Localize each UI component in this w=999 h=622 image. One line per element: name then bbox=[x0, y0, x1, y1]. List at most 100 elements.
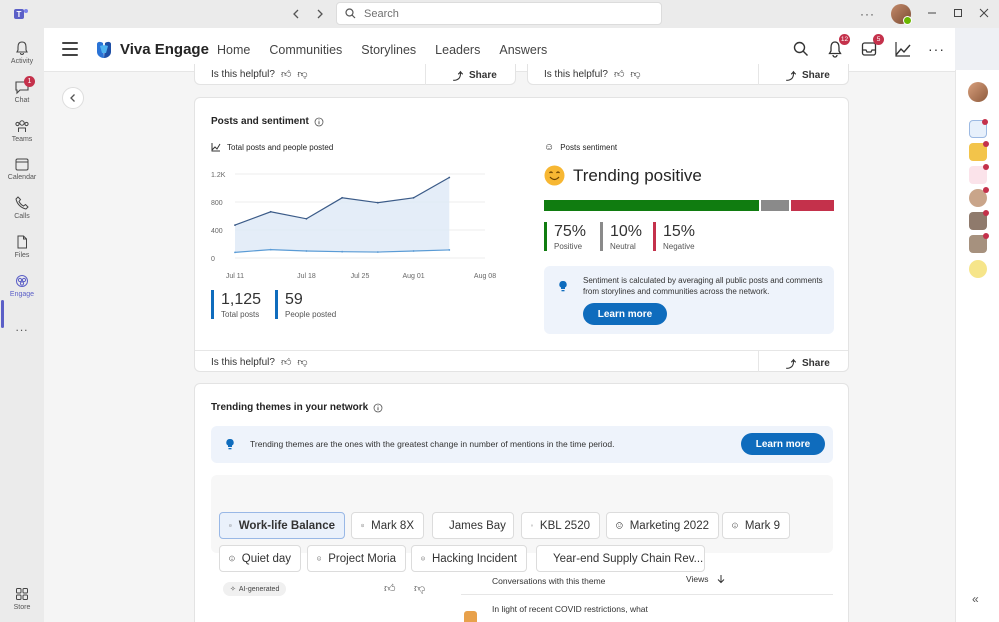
user-avatar[interactable] bbox=[891, 4, 912, 25]
inbox-button[interactable]: 5 bbox=[860, 34, 884, 58]
lightbulb-icon bbox=[226, 438, 234, 450]
teams-logo-icon[interactable]: T bbox=[13, 6, 29, 22]
share-button[interactable]: ⤴ Share bbox=[786, 356, 830, 371]
store-icon bbox=[16, 588, 28, 600]
theme-chip[interactable]: Work-life Balance bbox=[219, 512, 345, 539]
rail-label: Chat bbox=[14, 97, 30, 104]
sentiment-positive: 75% Positive bbox=[544, 222, 586, 251]
nav-home[interactable]: Home bbox=[217, 43, 250, 57]
thumbs-up-icon[interactable]: 👍︎ bbox=[384, 582, 396, 595]
notifications-button[interactable]: 12 bbox=[826, 34, 850, 58]
theme-chip[interactable]: Project Moria bbox=[307, 545, 406, 572]
rail-label: Teams bbox=[11, 136, 33, 143]
rail-item-teams[interactable]: Teams bbox=[0, 118, 44, 143]
share-button[interactable]: ⤴ Share bbox=[453, 68, 497, 83]
nav-communities[interactable]: Communities bbox=[269, 43, 342, 57]
search-input[interactable]: Search bbox=[336, 2, 662, 25]
rail-item-calls[interactable]: Calls bbox=[0, 195, 44, 220]
more-apps-button[interactable]: ... bbox=[0, 320, 44, 334]
maximize-icon[interactable] bbox=[953, 7, 963, 21]
inbox-badge: 5 bbox=[873, 34, 884, 45]
stat-value: 10% bbox=[610, 223, 643, 240]
x-tick-label: Jul 18 bbox=[297, 273, 316, 280]
more-options-icon[interactable]: ··· bbox=[860, 7, 875, 21]
sentiment-bar-positive bbox=[544, 200, 759, 211]
nav-storylines[interactable]: Storylines bbox=[361, 43, 416, 57]
theme-chip[interactable]: Mark 8X bbox=[351, 512, 424, 539]
theme-chip[interactable]: Mark 9 bbox=[722, 512, 790, 539]
conversations-header: Conversations with this theme bbox=[492, 576, 606, 586]
minimize-icon[interactable] bbox=[927, 7, 937, 21]
back-button[interactable] bbox=[62, 87, 84, 109]
app-icon-emoji[interactable] bbox=[969, 260, 987, 278]
theme-chip[interactable]: James Bay bbox=[432, 512, 514, 539]
profile-avatar[interactable] bbox=[968, 82, 988, 102]
theme-chip-label: Quiet day bbox=[241, 552, 291, 565]
thumbs-down-icon[interactable]: 👎︎ bbox=[414, 582, 425, 595]
share-button[interactable]: ⤴ Share bbox=[786, 68, 830, 83]
x-tick-label: Aug 08 bbox=[474, 273, 496, 280]
contact-avatar[interactable] bbox=[969, 233, 989, 253]
nav-leaders[interactable]: Leaders bbox=[435, 43, 480, 57]
hamburger-menu-icon[interactable] bbox=[62, 42, 78, 56]
forward-arrow-icon[interactable] bbox=[312, 5, 328, 23]
posts-sentiment-card: Posts and sentiment Total posts and peop… bbox=[194, 97, 849, 372]
y-tick-label: 400 bbox=[211, 228, 223, 235]
theme-chip[interactable]: Quiet day bbox=[219, 545, 301, 572]
sort-down-arrow-icon bbox=[717, 575, 724, 584]
stat-people-posted: 59 People posted bbox=[275, 290, 336, 319]
rail-label: Calls bbox=[14, 213, 30, 220]
stat-label: Negative bbox=[663, 242, 695, 251]
stat-label: Neutral bbox=[610, 242, 636, 251]
theme-chip[interactable]: Hacking Incident bbox=[411, 545, 527, 572]
theme-chip[interactable]: KBL 2520 bbox=[521, 512, 600, 539]
collapse-rail-icon[interactable]: « bbox=[972, 592, 979, 606]
analytics-icon[interactable] bbox=[894, 40, 912, 58]
data-point bbox=[269, 248, 272, 251]
nav-answers[interactable]: Answers bbox=[499, 43, 547, 57]
search-icon[interactable] bbox=[792, 40, 810, 58]
data-point bbox=[269, 210, 272, 213]
theme-chip[interactable]: Marketing 2022 bbox=[606, 512, 719, 539]
sentiment-subtitle: ☺ Posts sentiment bbox=[544, 142, 617, 153]
theme-chip[interactable]: Year-end Supply Chain Rev... bbox=[536, 545, 705, 572]
app-icon-praise[interactable] bbox=[969, 164, 989, 184]
thumbs-down-icon[interactable]: 👎︎ bbox=[297, 68, 307, 80]
info-icon[interactable] bbox=[373, 403, 383, 413]
rail-item-calendar[interactable]: Calendar bbox=[0, 156, 44, 181]
search-icon bbox=[345, 8, 356, 19]
info-icon[interactable] bbox=[314, 117, 324, 127]
close-icon[interactable] bbox=[979, 7, 989, 21]
conversation-item-title[interactable]: In light of recent COVID restrictions, w… bbox=[492, 604, 648, 614]
back-arrow-icon[interactable] bbox=[288, 5, 304, 23]
contact-avatar[interactable] bbox=[969, 210, 989, 230]
rail-item-files[interactable]: Files bbox=[0, 234, 44, 259]
share-label: Share bbox=[469, 70, 497, 81]
app-icon-copilot[interactable] bbox=[969, 119, 988, 138]
stat-value: 15% bbox=[663, 223, 696, 240]
thumbs-down-icon[interactable]: 👎︎ bbox=[630, 68, 640, 80]
search-placeholder: Search bbox=[364, 7, 399, 20]
more-options-icon[interactable]: ··· bbox=[928, 41, 945, 57]
share-icon: ⤴ bbox=[786, 72, 796, 83]
learn-more-button[interactable]: Learn more bbox=[741, 433, 825, 455]
calendar-icon bbox=[15, 158, 29, 171]
stat-label: People posted bbox=[285, 310, 337, 319]
rail-item-engage[interactable]: Engage bbox=[0, 273, 44, 298]
neutral-face-icon bbox=[229, 524, 232, 527]
contact-avatar[interactable] bbox=[969, 187, 989, 207]
sentiment-info-box: Sentiment is calculated by averaging all… bbox=[544, 266, 834, 334]
learn-more-button[interactable]: Learn more bbox=[583, 303, 667, 325]
rail-item-activity[interactable]: Activity bbox=[0, 40, 44, 65]
sentiment-faces-icon: ☺ bbox=[544, 142, 555, 153]
app-icon-tasks[interactable] bbox=[969, 141, 989, 161]
svg-text:T: T bbox=[17, 10, 22, 19]
thumbs-up-icon[interactable]: 👍︎ bbox=[281, 68, 291, 80]
thumbs-down-icon[interactable]: 👎︎ bbox=[297, 356, 307, 368]
views-header[interactable]: Views bbox=[686, 574, 725, 584]
thumbs-up-icon[interactable]: 👍︎ bbox=[614, 68, 624, 80]
rail-item-chat[interactable]: 1 Chat bbox=[0, 76, 44, 104]
rail-item-store[interactable]: Store bbox=[0, 586, 44, 611]
theme-chip-label: Project Moria bbox=[328, 552, 396, 565]
thumbs-up-icon[interactable]: 👍︎ bbox=[281, 356, 291, 368]
